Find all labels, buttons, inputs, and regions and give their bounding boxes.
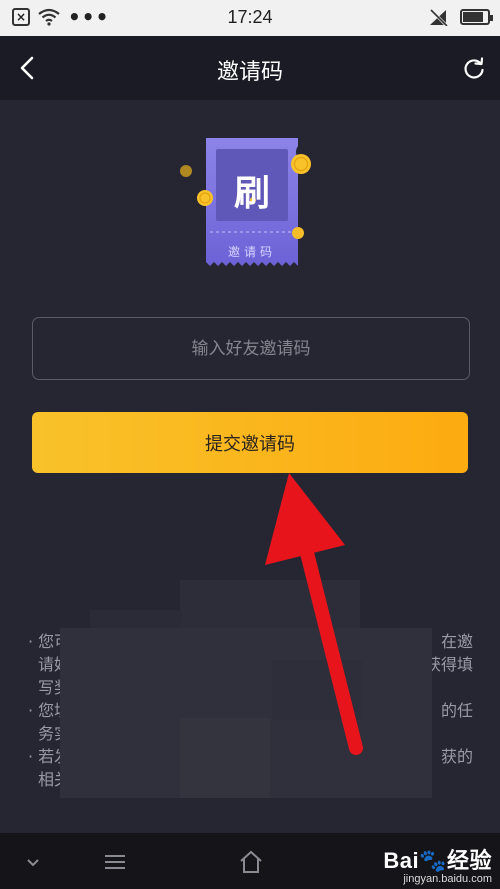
status-right (428, 8, 493, 26)
invite-ticket-illustration: 刷 邀请码 (170, 128, 330, 278)
menu-icon[interactable] (102, 849, 128, 875)
ticket-logo: 刷 (233, 173, 270, 214)
status-bar: × ••• 17:24 (0, 0, 500, 36)
main-content: 刷 邀请码 提交邀请码 · 您可 在邀 请好 获得填 写奖 · 您填 的任 务实 (0, 100, 500, 833)
signal-off-icon (429, 8, 449, 26)
refresh-icon[interactable] (462, 56, 486, 80)
ticket-label: 邀请码 (227, 245, 276, 259)
page-title: 邀请码 (216, 60, 283, 85)
battery-level (463, 12, 483, 22)
status-time: 17:24 (227, 7, 273, 27)
home-icon[interactable] (238, 849, 264, 875)
mosaic-overlay (272, 660, 362, 720)
baidu-jingyan-watermark: Bai🐾经验 jingyan.baidu.com (383, 848, 492, 885)
chevron-down-icon[interactable] (20, 849, 46, 875)
system-nav-bar: Bai🐾经验 jingyan.baidu.com (0, 833, 500, 889)
invite-code-input[interactable] (32, 317, 470, 380)
submit-invite-code-button[interactable]: 提交邀请码 (32, 412, 468, 473)
battery-icon (460, 9, 493, 25)
mosaic-overlay (180, 718, 270, 798)
nav-bar: 邀请码 (0, 36, 500, 100)
